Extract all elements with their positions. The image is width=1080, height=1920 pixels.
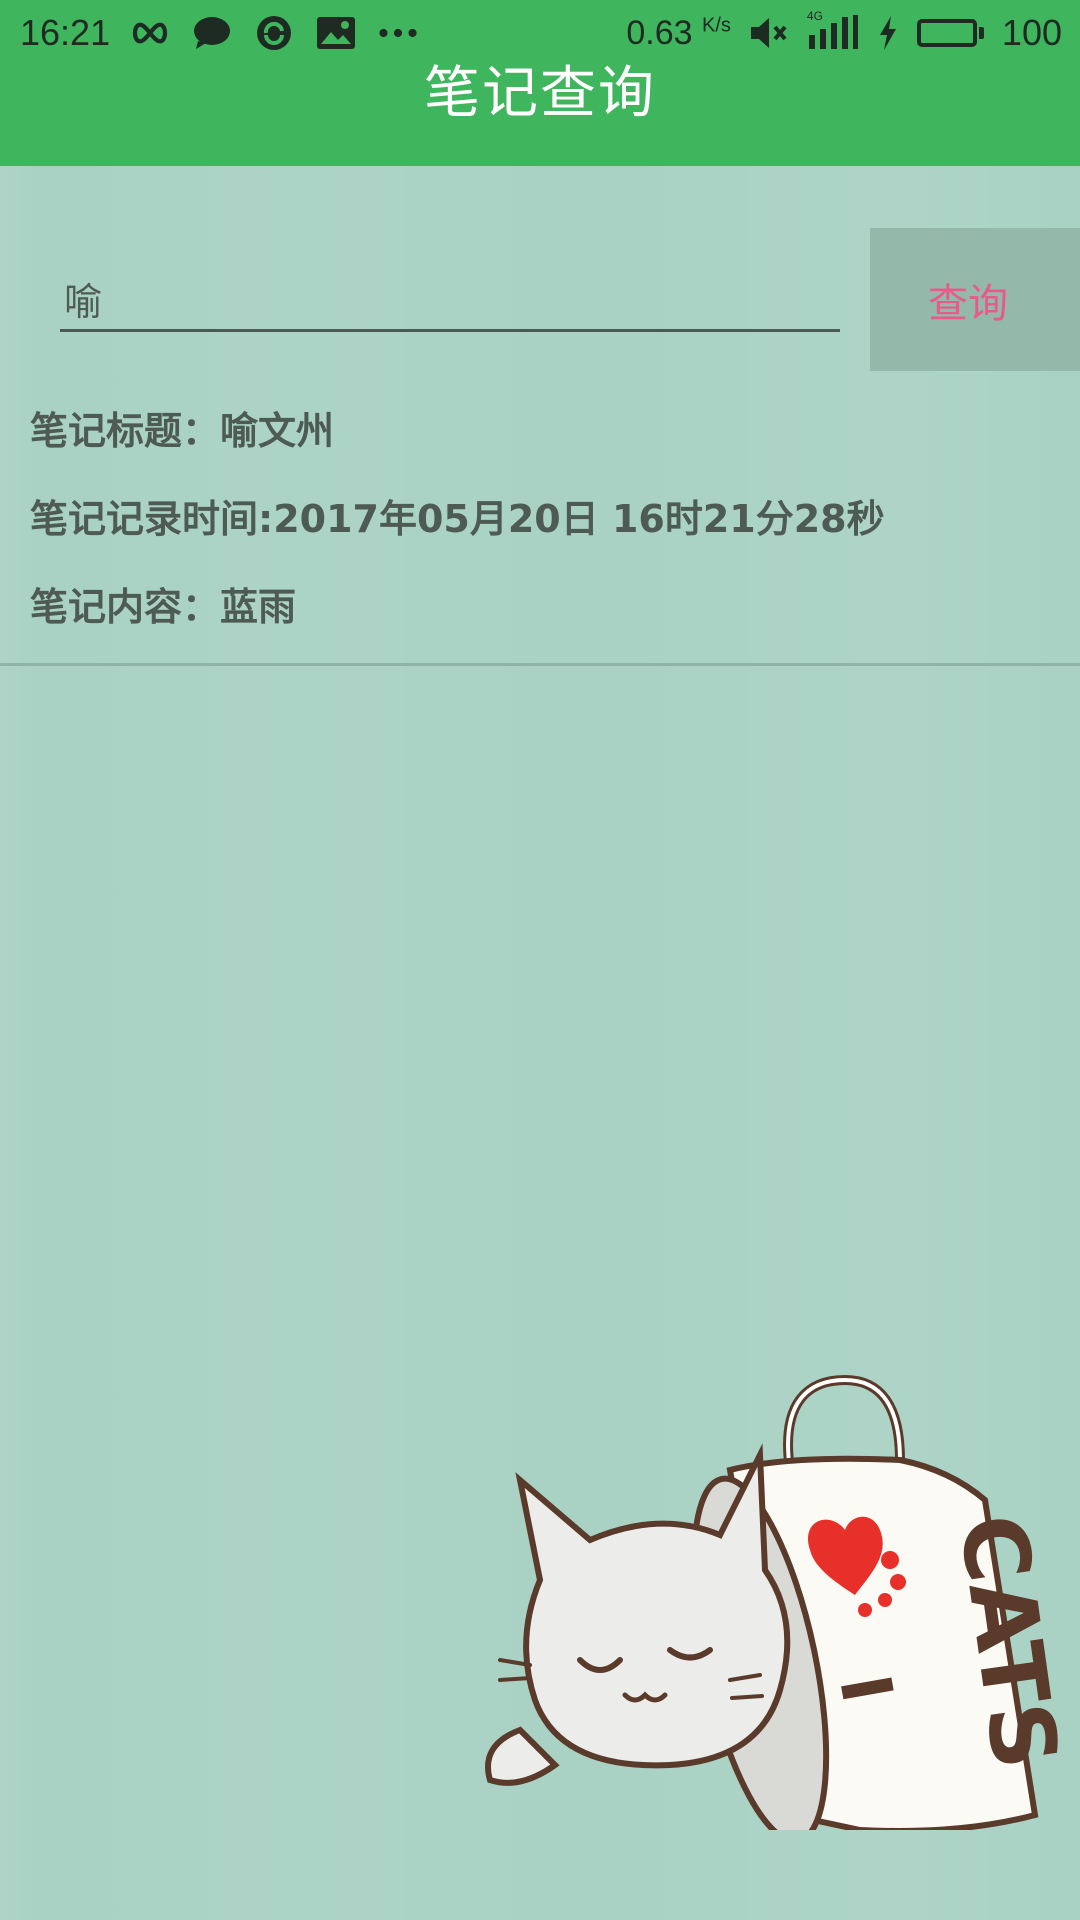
cat-mug-illustration: I CATS [485, 1374, 1060, 1830]
app-bar: 16:21 0.63 K/s 4G 100 笔记查询 [0, 0, 1080, 166]
charging-icon [877, 15, 899, 51]
note-content-line: 笔记内容：蓝雨 [30, 585, 297, 629]
battery-icon [916, 19, 984, 47]
note-result: 笔记标题：喻文州 笔记记录时间:2017年05月20日 16时21分28秒 笔记… [30, 405, 1050, 669]
mute-icon [749, 15, 789, 51]
image-icon [316, 15, 356, 51]
search-button[interactable]: 查询 [870, 228, 1080, 371]
signal-icon: 4G [807, 9, 859, 51]
sync-icon [254, 15, 294, 51]
page-title: 笔记查询 [424, 61, 656, 126]
infinity-icon [130, 15, 170, 51]
network-speed: 0.63 K/s [626, 13, 731, 52]
search-row: 查询 [0, 228, 1080, 371]
search-input[interactable] [60, 268, 840, 332]
note-title-line: 笔记标题：喻文州 [30, 409, 335, 453]
message-bubble-icon [192, 15, 232, 51]
more-icon [378, 15, 418, 51]
note-time-line: 笔记记录时间:2017年05月20日 16时21分28秒 [30, 497, 885, 541]
result-divider [0, 663, 1080, 666]
